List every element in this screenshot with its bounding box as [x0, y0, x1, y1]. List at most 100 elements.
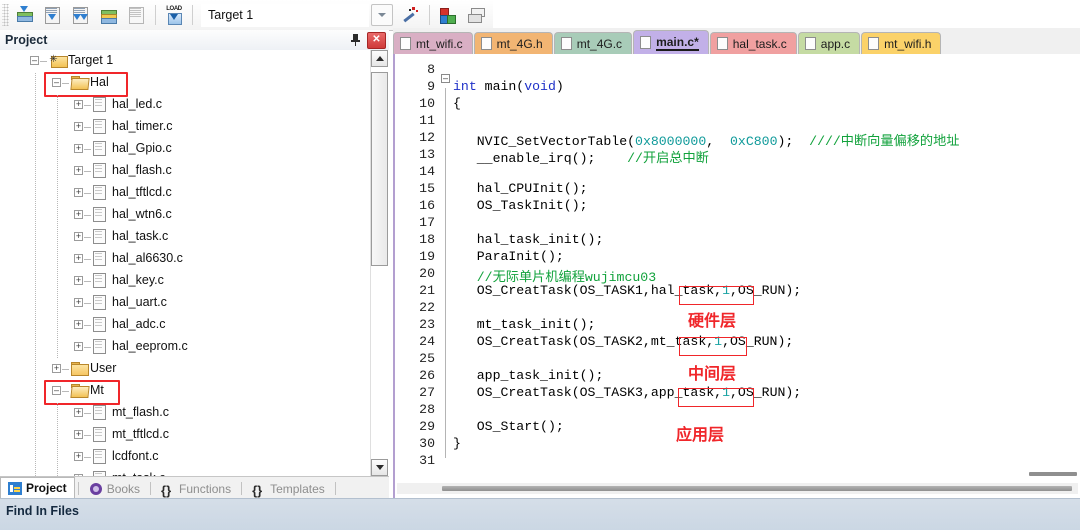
code-line: mt_task_init();: [453, 317, 596, 332]
project-panel: Project ✕ – ✳ Target 1 – Hal + hal_led.c + hal_t…: [0, 30, 389, 476]
editor-tab-mt-wifi-c[interactable]: mt_wifi.c: [393, 32, 473, 54]
tree-expander[interactable]: –: [52, 78, 61, 87]
tree-expander[interactable]: +: [74, 232, 83, 241]
code-token: 0xC800: [730, 134, 778, 149]
translate-button[interactable]: [95, 1, 123, 29]
horizontal-scrollbar[interactable]: [397, 483, 1078, 494]
stop-build-icon: [127, 6, 147, 24]
tree-connector: [84, 325, 91, 326]
tree-connector: [62, 83, 69, 84]
tree-expander[interactable]: +: [74, 210, 83, 219]
tree-expander[interactable]: +: [74, 166, 83, 175]
tree-expander[interactable]: +: [74, 320, 83, 329]
tree-item-label: hal_eeprom.c: [112, 339, 188, 353]
tree-item-label: hal_al6630.c: [112, 251, 183, 265]
tree-expander[interactable]: –: [52, 386, 61, 395]
tree-expander[interactable]: +: [52, 364, 61, 373]
toolbar-grip[interactable]: [2, 4, 9, 26]
project-panel-tabs[interactable]: Project Books {} Functions {}▸ Templates: [0, 476, 389, 516]
tree-connector: [84, 347, 91, 348]
panel-tab-project[interactable]: Project: [0, 477, 75, 499]
code-token: ////中断向量偏移的地址: [809, 134, 960, 149]
code-line: OS_Start();: [453, 419, 564, 434]
tree-expander[interactable]: +: [74, 276, 83, 285]
tree-expander[interactable]: +: [74, 408, 83, 417]
editor-tab-app-c[interactable]: app.c: [797, 32, 861, 54]
code-folding-rail[interactable]: –: [439, 54, 453, 484]
code-token: 1: [714, 334, 723, 349]
load-icon: LOAD: [164, 6, 184, 25]
editor-tab-main-c-[interactable]: main.c*: [633, 30, 709, 54]
panel-tab-label: Templates: [270, 482, 325, 496]
manage-run-time-env-button[interactable]: [462, 1, 490, 29]
vertical-scroll-thumb[interactable]: [1029, 472, 1077, 476]
tree-expander[interactable]: –: [30, 56, 39, 65]
tree-expander[interactable]: +: [74, 144, 83, 153]
code-token: ,OS_RUN);: [722, 334, 794, 349]
file-icon: [640, 36, 652, 49]
target-select[interactable]: Target 1: [201, 3, 369, 27]
windows-stack-icon: [466, 6, 486, 24]
panel-tab-templates[interactable]: {}▸ Templates: [245, 479, 332, 516]
scroll-down-button[interactable]: [371, 459, 388, 476]
code-view[interactable]: 8 9 10 11 12 13 14 15 16 17 18 19 20 21 22 23 24 25 26 27 28…: [393, 54, 1080, 498]
tree-expander[interactable]: +: [74, 188, 83, 197]
tree-connector: [84, 193, 91, 194]
panel-tab-functions[interactable]: {} Functions: [154, 479, 238, 499]
status-bar-text: Find In Files: [6, 504, 79, 518]
editor-tab-hal-task-c[interactable]: hal_task.c: [709, 32, 797, 54]
tree-expander[interactable]: +: [74, 122, 83, 131]
editor-tab-bar[interactable]: mt_wifi.c mt_4G.h mt_4G.c main.c* hal_task.c…: [393, 28, 1080, 55]
panel-tab-books[interactable]: Books: [82, 479, 147, 499]
scroll-up-button[interactable]: [371, 50, 388, 67]
tree-item-label: Hal: [90, 75, 109, 89]
project-tree-scrollbar[interactable]: [370, 50, 389, 476]
tree-expander[interactable]: +: [74, 254, 83, 263]
code-line: OS_TaskInit();: [453, 198, 588, 213]
manage-project-items-button[interactable]: [397, 1, 425, 29]
editor-tab-mt-4g-h[interactable]: mt_4G.h: [473, 32, 553, 54]
code-token: ): [555, 79, 564, 94]
build-button[interactable]: [11, 1, 39, 29]
editor-tab-mt-4g-c[interactable]: mt_4G.c: [553, 32, 633, 54]
tree-expander[interactable]: +: [74, 430, 83, 439]
configure-target-button[interactable]: [434, 1, 462, 29]
editor-tab-mt-wifi-h[interactable]: mt_wifi.h: [861, 32, 942, 54]
code-text[interactable]: int main(void){ NVIC_SetVectorTable(0x80…: [453, 54, 1078, 484]
batch-build-icon: [71, 6, 91, 24]
tree-expander[interactable]: +: [74, 452, 83, 461]
code-token: ,OS_RUN);: [730, 385, 802, 400]
load-button[interactable]: LOAD: [160, 1, 188, 29]
pin-icon[interactable]: [347, 32, 363, 48]
tree-connector: [84, 303, 91, 304]
stop-build-button[interactable]: [123, 1, 151, 29]
code-token: mt_task_init();: [453, 317, 596, 332]
line-number: 30: [419, 436, 435, 451]
tree-expander[interactable]: +: [74, 342, 83, 351]
line-number: 29: [419, 419, 435, 434]
tree-connector: [40, 61, 47, 62]
annotation-app-layer: 应用层: [676, 425, 725, 444]
toolbar-separator-1: [155, 5, 156, 25]
line-number: 25: [419, 351, 435, 366]
fold-toggle-icon[interactable]: –: [441, 74, 450, 83]
batch-build-button[interactable]: [67, 1, 95, 29]
tree-connector: [84, 237, 91, 238]
tree-item-label: hal_uart.c: [112, 295, 167, 309]
project-tree[interactable]: – ✳ Target 1 – Hal + hal_led.c + hal_timer.c + hal…: [0, 50, 371, 476]
tree-expander[interactable]: +: [74, 298, 83, 307]
tree-item-label: Mt: [90, 383, 104, 397]
scrollbar-thumb[interactable]: [371, 72, 388, 266]
chevron-down-icon[interactable]: [371, 4, 393, 26]
horizontal-scrollbar-thumb[interactable]: [442, 486, 1072, 491]
rebuild-button[interactable]: [39, 1, 67, 29]
file-icon: [716, 37, 728, 50]
code-token: //开启总中断: [627, 151, 709, 166]
panel-tab-separator: [150, 482, 152, 495]
folder-icon: [70, 76, 90, 90]
code-token: OS_CreatTask(OS_TASK1,hal_task,: [453, 283, 723, 298]
braces-icon: {}: [161, 482, 172, 498]
close-icon[interactable]: ✕: [367, 31, 386, 49]
target-select-value: Target 1: [208, 8, 254, 22]
tree-expander[interactable]: +: [74, 100, 83, 109]
